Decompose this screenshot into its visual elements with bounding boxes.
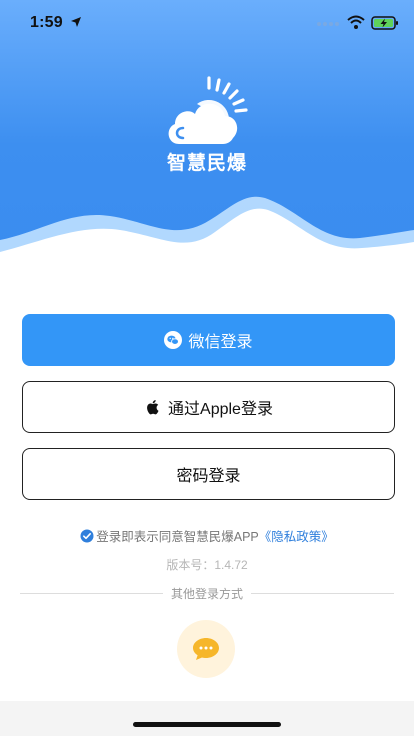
battery-charging-icon [371, 16, 398, 30]
version-label: 版本号：1.4.72 [166, 558, 248, 572]
location-arrow-icon [71, 17, 81, 27]
other-login-label: 其他登录方式 [171, 586, 244, 601]
home-indicator[interactable] [133, 722, 281, 727]
wave-decoration [0, 196, 414, 262]
privacy-policy-link[interactable]: 《隐私政策》 [259, 526, 334, 545]
status-time: 1:59 [30, 14, 63, 31]
password-login-label: 密码登录 [176, 468, 241, 485]
wechat-login-button[interactable]: 微信登录 [22, 314, 395, 366]
other-login-divider: 其他登录方式 [20, 585, 395, 601]
password-login-button[interactable]: 密码登录 [22, 448, 395, 500]
divider-line-right [251, 592, 395, 594]
agreement-row: 登录即表示同意智慧民爆APP 《隐私政策》 [0, 526, 414, 545]
apple-login-label: 通过Apple登录 [168, 401, 273, 418]
checkbox-checked-icon[interactable] [80, 529, 94, 543]
other-login-button[interactable] [177, 620, 235, 678]
wifi-icon [347, 15, 365, 29]
chat-bubble-icon [193, 638, 219, 660]
divider-line-left [20, 592, 163, 594]
apple-icon [147, 400, 159, 415]
wechat-icon [164, 331, 183, 349]
agreement-text: 登录即表示同意智慧民爆APP [96, 530, 259, 544]
bottom-bar [0, 701, 414, 736]
status-bar: 1:59 [0, 0, 414, 50]
app-name: 智慧民爆 [166, 153, 247, 174]
apple-login-button[interactable]: 通过Apple登录 [22, 381, 395, 433]
wechat-login-label: 微信登录 [188, 334, 253, 351]
cloud-sun-icon [168, 76, 248, 144]
signal-dots-icon [317, 22, 339, 26]
